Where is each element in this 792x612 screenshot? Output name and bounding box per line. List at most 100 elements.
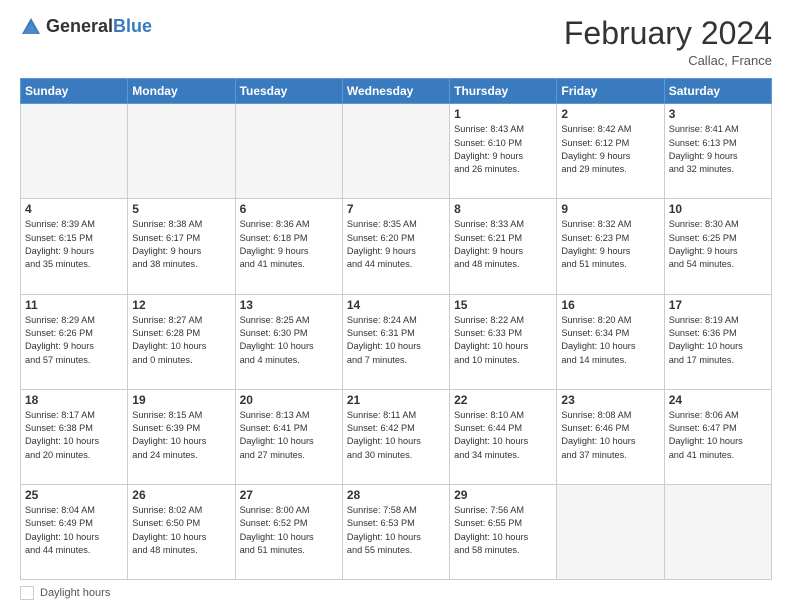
calendar-header-row: SundayMondayTuesdayWednesdayThursdayFrid… — [21, 79, 772, 104]
calendar-cell: 26 Sunrise: 8:02 AMSunset: 6:50 PMDayligh… — [128, 484, 235, 579]
calendar-day-header: Monday — [128, 79, 235, 104]
day-info: Sunrise: 8:41 AMSunset: 6:13 PMDaylight:… — [669, 123, 767, 176]
month-title: February 2024 — [564, 16, 772, 51]
calendar-cell: 16Sunrise: 8:20 AMSunset: 6:34 PMDayligh… — [557, 294, 664, 389]
day-info: Sunrise: 8:42 AMSunset: 6:12 PMDaylight:… — [561, 123, 659, 176]
day-number: 14 — [347, 298, 445, 312]
day-number: 24 — [669, 393, 767, 407]
day-number: 15 — [454, 298, 552, 312]
day-number: 21 — [347, 393, 445, 407]
calendar-cell: 14 Sunrise: 8:24 AMSunset: 6:31 PMDayligh… — [342, 294, 449, 389]
calendar-cell: 13Sunrise: 8:25 AMSunset: 6:30 PMDayligh… — [235, 294, 342, 389]
day-number: 1 — [454, 107, 552, 121]
day-info: Sunrise: 7:58 AMSunset: 6:53 PMDaylight:… — [347, 504, 445, 557]
calendar-cell: 24 Sunrise: 8:06 AMSunset: 6:47 PMDayligh… — [664, 389, 771, 484]
calendar-cell: 19 Sunrise: 8:15 AMSunset: 6:39 PMDayligh… — [128, 389, 235, 484]
calendar-cell: 7Sunrise: 8:35 AMSunset: 6:20 PMDaylight… — [342, 199, 449, 294]
day-number: 23 — [561, 393, 659, 407]
footer-box — [20, 586, 34, 600]
day-info: Sunrise: 8:19 AMSunset: 6:36 PMDaylight:… — [669, 314, 767, 367]
day-info: Sunrise: 8:43 AMSunset: 6:10 PMDaylight:… — [454, 123, 552, 176]
day-number: 5 — [132, 202, 230, 216]
calendar-week-row: 4 Sunrise: 8:39 AMSunset: 6:15 PMDaylight… — [21, 199, 772, 294]
day-info: Sunrise: 8:15 AMSunset: 6:39 PMDaylight:… — [132, 409, 230, 462]
day-number: 9 — [561, 202, 659, 216]
day-info: Sunrise: 8:11 AMSunset: 6:42 PMDaylight:… — [347, 409, 445, 462]
day-info: Sunrise: 8:27 AMSunset: 6:28 PMDaylight:… — [132, 314, 230, 367]
day-number: 19 — [132, 393, 230, 407]
calendar-cell: 28Sunrise: 7:58 AMSunset: 6:53 PMDayligh… — [342, 484, 449, 579]
calendar-cell: 6Sunrise: 8:36 AMSunset: 6:18 PMDaylight… — [235, 199, 342, 294]
calendar-week-row: 1 Sunrise: 8:43 AMSunset: 6:10 PMDaylight… — [21, 104, 772, 199]
day-info: Sunrise: 8:02 AMSunset: 6:50 PMDaylight:… — [132, 504, 230, 557]
logo-icon — [20, 16, 42, 38]
calendar-cell: 15 Sunrise: 8:22 AMSunset: 6:33 PMDayligh… — [450, 294, 557, 389]
day-number: 29 — [454, 488, 552, 502]
day-info: Sunrise: 8:25 AMSunset: 6:30 PMDaylight:… — [240, 314, 338, 367]
day-number: 8 — [454, 202, 552, 216]
day-number: 22 — [454, 393, 552, 407]
day-info: Sunrise: 8:06 AMSunset: 6:47 PMDaylight:… — [669, 409, 767, 462]
footer: Daylight hours — [20, 586, 772, 600]
calendar-cell — [557, 484, 664, 579]
calendar-cell: 25 Sunrise: 8:04 AMSunset: 6:49 PMDayligh… — [21, 484, 128, 579]
day-info: Sunrise: 8:33 AMSunset: 6:21 PMDaylight:… — [454, 218, 552, 271]
calendar-day-header: Sunday — [21, 79, 128, 104]
calendar-cell: 9 Sunrise: 8:32 AMSunset: 6:23 PMDaylight… — [557, 199, 664, 294]
calendar-cell: 21 Sunrise: 8:11 AMSunset: 6:42 PMDayligh… — [342, 389, 449, 484]
footer-label: Daylight hours — [40, 587, 110, 599]
calendar-week-row: 25 Sunrise: 8:04 AMSunset: 6:49 PMDayligh… — [21, 484, 772, 579]
logo: GeneralBlue — [20, 16, 152, 38]
calendar-cell: 27Sunrise: 8:00 AMSunset: 6:52 PMDayligh… — [235, 484, 342, 579]
day-info: Sunrise: 8:32 AMSunset: 6:23 PMDaylight:… — [561, 218, 659, 271]
location: Callac, France — [564, 53, 772, 68]
calendar-day-header: Friday — [557, 79, 664, 104]
title-area: February 2024 Callac, France — [564, 16, 772, 68]
calendar-cell — [342, 104, 449, 199]
calendar-day-header: Wednesday — [342, 79, 449, 104]
day-info: Sunrise: 8:29 AMSunset: 6:26 PMDaylight:… — [25, 314, 123, 367]
day-number: 18 — [25, 393, 123, 407]
calendar-cell: 4 Sunrise: 8:39 AMSunset: 6:15 PMDaylight… — [21, 199, 128, 294]
calendar-table: SundayMondayTuesdayWednesdayThursdayFrid… — [20, 78, 772, 580]
calendar-cell: 29 Sunrise: 7:56 AMSunset: 6:55 PMDayligh… — [450, 484, 557, 579]
day-info: Sunrise: 8:08 AMSunset: 6:46 PMDaylight:… — [561, 409, 659, 462]
day-info: Sunrise: 8:22 AMSunset: 6:33 PMDaylight:… — [454, 314, 552, 367]
calendar-cell: 5Sunrise: 8:38 AMSunset: 6:17 PMDaylight… — [128, 199, 235, 294]
calendar-cell: 23 Sunrise: 8:08 AMSunset: 6:46 PMDayligh… — [557, 389, 664, 484]
day-number: 2 — [561, 107, 659, 121]
calendar-cell: 22 Sunrise: 8:10 AMSunset: 6:44 PMDayligh… — [450, 389, 557, 484]
calendar-cell: 3 Sunrise: 8:41 AMSunset: 6:13 PMDaylight… — [664, 104, 771, 199]
calendar-cell: 8 Sunrise: 8:33 AMSunset: 6:21 PMDaylight… — [450, 199, 557, 294]
calendar-cell: 10Sunrise: 8:30 AMSunset: 6:25 PMDayligh… — [664, 199, 771, 294]
day-info: Sunrise: 8:13 AMSunset: 6:41 PMDaylight:… — [240, 409, 338, 462]
day-number: 17 — [669, 298, 767, 312]
day-info: Sunrise: 8:24 AMSunset: 6:31 PMDaylight:… — [347, 314, 445, 367]
calendar-week-row: 18 Sunrise: 8:17 AMSunset: 6:38 PMDayligh… — [21, 389, 772, 484]
logo-blue: Blue — [113, 16, 152, 36]
calendar-week-row: 11Sunrise: 8:29 AMSunset: 6:26 PMDayligh… — [21, 294, 772, 389]
day-number: 12 — [132, 298, 230, 312]
calendar-day-header: Thursday — [450, 79, 557, 104]
day-number: 6 — [240, 202, 338, 216]
day-number: 25 — [25, 488, 123, 502]
day-number: 4 — [25, 202, 123, 216]
day-info: Sunrise: 7:56 AMSunset: 6:55 PMDaylight:… — [454, 504, 552, 557]
day-info: Sunrise: 8:39 AMSunset: 6:15 PMDaylight:… — [25, 218, 123, 271]
day-number: 26 — [132, 488, 230, 502]
calendar-cell: 20 Sunrise: 8:13 AMSunset: 6:41 PMDayligh… — [235, 389, 342, 484]
day-info: Sunrise: 8:10 AMSunset: 6:44 PMDaylight:… — [454, 409, 552, 462]
day-info: Sunrise: 8:20 AMSunset: 6:34 PMDaylight:… — [561, 314, 659, 367]
calendar-cell: 12 Sunrise: 8:27 AMSunset: 6:28 PMDayligh… — [128, 294, 235, 389]
day-info: Sunrise: 8:04 AMSunset: 6:49 PMDaylight:… — [25, 504, 123, 557]
calendar-cell — [21, 104, 128, 199]
calendar-cell — [128, 104, 235, 199]
calendar-cell — [664, 484, 771, 579]
calendar-day-header: Tuesday — [235, 79, 342, 104]
calendar-day-header: Saturday — [664, 79, 771, 104]
day-info: Sunrise: 8:17 AMSunset: 6:38 PMDaylight:… — [25, 409, 123, 462]
day-number: 7 — [347, 202, 445, 216]
day-number: 20 — [240, 393, 338, 407]
calendar-cell: 18 Sunrise: 8:17 AMSunset: 6:38 PMDayligh… — [21, 389, 128, 484]
day-number: 3 — [669, 107, 767, 121]
